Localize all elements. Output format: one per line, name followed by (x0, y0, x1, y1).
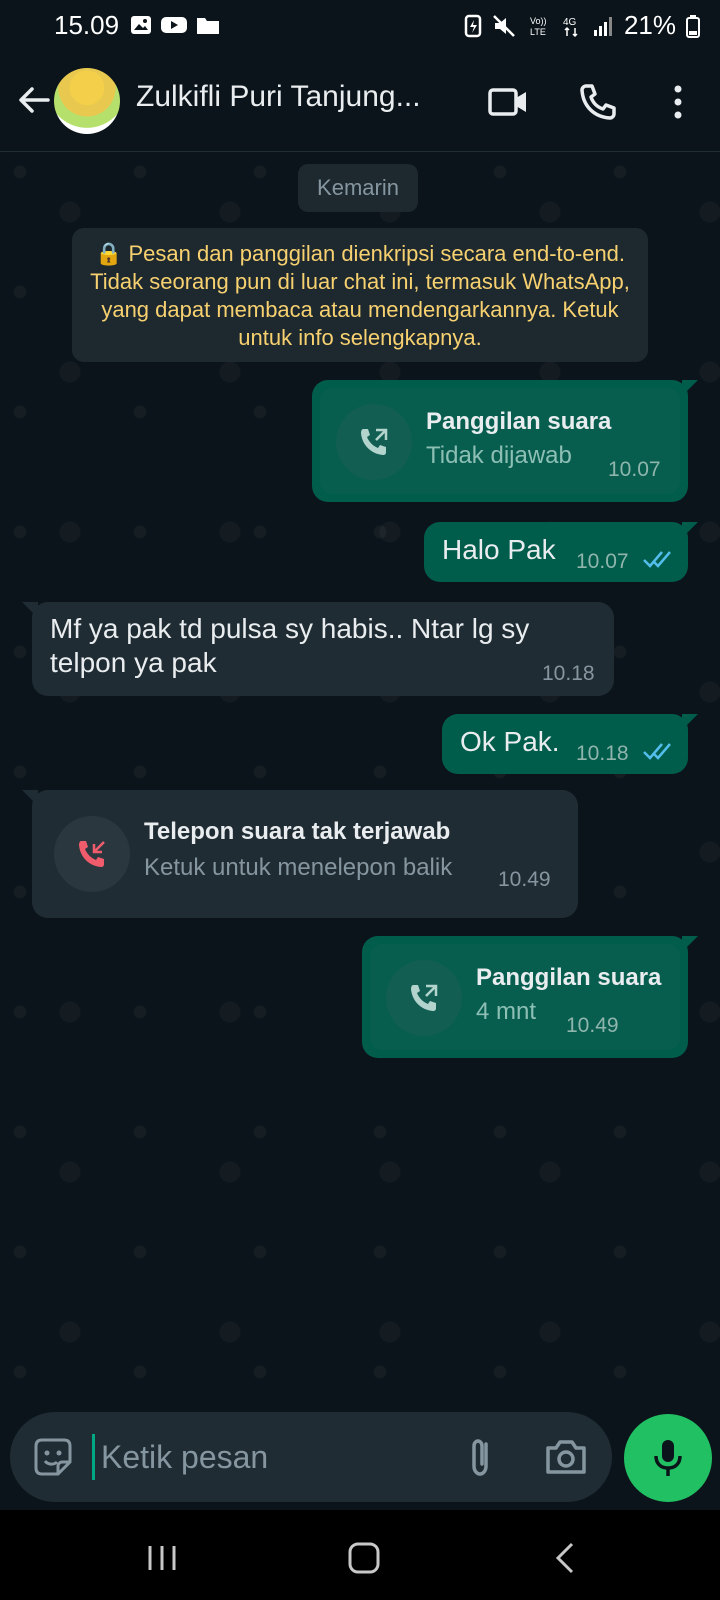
microphone-icon (654, 1440, 682, 1476)
folder-icon (197, 18, 219, 34)
message-text: Halo Pak (442, 534, 556, 565)
signal-icon (593, 16, 612, 36)
missed-call-icon (79, 841, 105, 867)
status-system-icons: Vo)) LTE 4G 21% (464, 10, 700, 41)
sticker-emoji-icon[interactable] (30, 1434, 76, 1480)
data-saver-icon (464, 14, 482, 37)
message-time: 10.49 (566, 1014, 619, 1037)
read-receipt-icon (643, 743, 671, 760)
chat-header: Zulkifli Puri Tanjung... (0, 50, 720, 152)
microphone-button[interactable] (624, 1414, 712, 1502)
outgoing-call-bubble[interactable]: Panggilan suara Tidak dijawab 10.07 (312, 380, 698, 502)
missed-call-icon-circle (54, 816, 130, 892)
svg-text:Vo)): Vo)) (530, 16, 547, 26)
message-time: 10.18 (542, 662, 595, 685)
home-icon[interactable] (344, 1538, 384, 1578)
outgoing-call-icon-circle (386, 960, 462, 1036)
more-options-icon[interactable] (656, 80, 700, 124)
video-call-icon[interactable] (486, 80, 530, 124)
call-status: Ketuk untuk menelepon balik (144, 854, 453, 881)
message-time: 10.18 (576, 742, 629, 765)
svg-text:4G: 4G (563, 17, 577, 28)
call-status: Tidak dijawab (426, 442, 572, 469)
chat-messages-area[interactable]: Kemarin 🔒 Pesan dan panggilan dienkripsi… (0, 152, 720, 1410)
svg-text:LTE: LTE (530, 27, 546, 37)
status-notification-icons (130, 14, 220, 36)
outgoing-call-bubble[interactable]: Panggilan suara 4 mnt 10.49 (362, 936, 698, 1058)
back-arrow-icon[interactable] (14, 80, 54, 120)
battery-percent: 21% (623, 10, 676, 40)
system-navigation-bar (0, 1510, 720, 1600)
4g-icon: 4G (563, 17, 578, 37)
incoming-message-bubble[interactable]: Mf ya pak td pulsa sy habis.. Ntar lg sy… (22, 602, 614, 696)
outgoing-message-bubble[interactable]: Ok Pak. 10.18 (442, 714, 698, 774)
status-bar: 15.09 Vo)) LTE 4G 21% (0, 0, 720, 50)
gallery-icon (131, 16, 151, 34)
outgoing-call-icon (361, 428, 388, 455)
missed-call-bubble[interactable]: Telepon suara tak terjawab Ketuk untuk m… (22, 790, 578, 918)
message-time: 10.49 (498, 868, 551, 891)
camera-icon[interactable] (542, 1434, 590, 1480)
youtube-icon (161, 17, 187, 33)
attachment-icon[interactable] (458, 1434, 502, 1480)
date-chip: Kemarin (298, 164, 418, 212)
message-input[interactable] (92, 1434, 452, 1480)
outgoing-call-icon-circle (336, 404, 412, 480)
message-text: Ok Pak. (460, 726, 560, 757)
outgoing-call-icon (411, 984, 438, 1011)
volte-icon: Vo))LTE (530, 16, 547, 37)
avatar[interactable] (54, 68, 120, 134)
mute-icon (493, 14, 515, 37)
status-time: 15.09 (54, 10, 120, 40)
battery-icon (686, 14, 700, 38)
voice-call-icon[interactable] (576, 80, 620, 124)
call-title: Panggilan suara (476, 964, 662, 991)
call-duration: 4 mnt (476, 998, 537, 1025)
contact-name[interactable]: Zulkifli Puri Tanjung... (136, 80, 446, 114)
back-nav-icon[interactable] (546, 1538, 586, 1578)
call-title: Telepon suara tak terjawab (144, 818, 451, 845)
read-receipt-icon (643, 551, 671, 568)
message-time: 10.07 (576, 550, 629, 573)
recent-apps-icon[interactable] (142, 1538, 182, 1578)
outgoing-message-bubble[interactable]: Halo Pak 10.07 (424, 522, 698, 582)
encryption-notice[interactable]: 🔒 Pesan dan panggilan dienkripsi secara … (72, 228, 648, 362)
call-title: Panggilan suara (426, 408, 612, 435)
message-composer (10, 1412, 612, 1502)
message-time: 10.07 (608, 458, 661, 481)
message-text: Mf ya pak td pulsa sy habis.. Ntar lg sy… (50, 613, 530, 678)
